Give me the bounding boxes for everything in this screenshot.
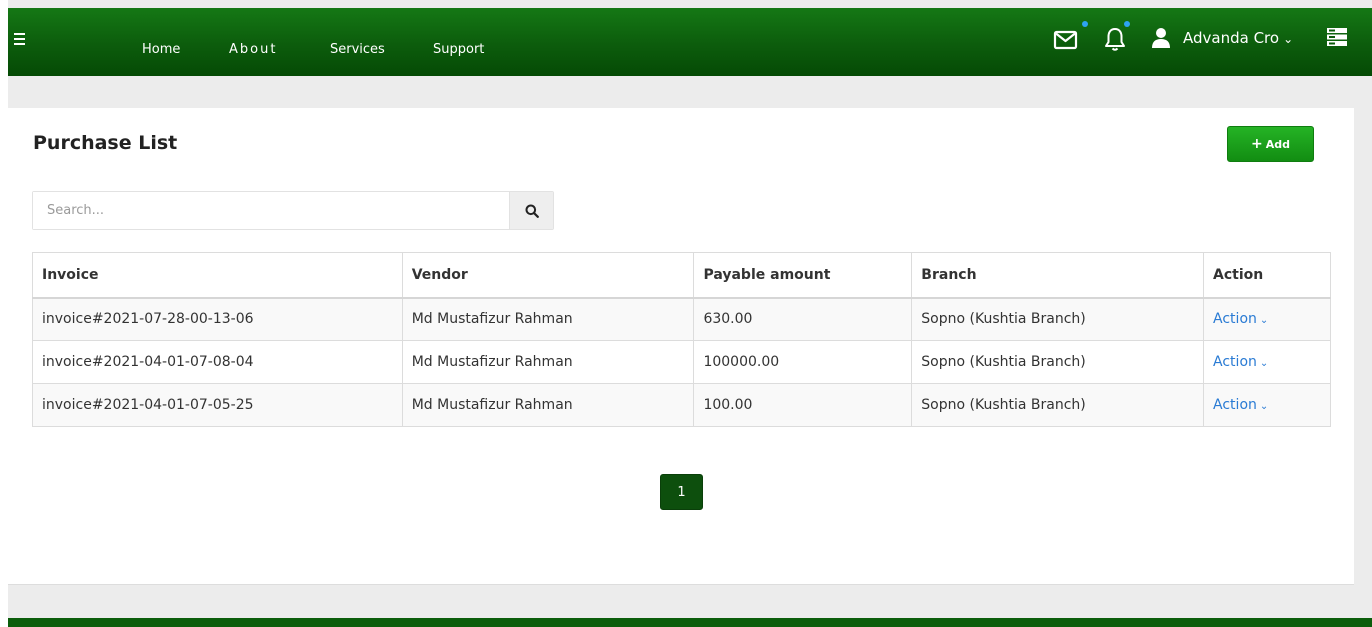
action-label: Action <box>1213 354 1257 370</box>
search-bar <box>32 191 554 230</box>
page-title: Purchase List <box>33 132 178 154</box>
action-dropdown[interactable]: Action ⌄ <box>1213 354 1268 370</box>
footer-bar <box>8 618 1372 627</box>
column-header-invoice: Invoice <box>32 252 403 299</box>
purchase-list-card: Purchase List + Add Invoice Vendor Payab… <box>8 108 1354 585</box>
top-navbar: Home About Services Support Advanda Cro ⌄ <box>8 8 1372 76</box>
left-edge <box>0 0 8 627</box>
branch-cell: Sopno (Kushtia Branch) <box>911 340 1205 384</box>
action-label: Action <box>1213 397 1257 413</box>
table-row: invoice#2021-04-01-07-05-25 Md Mustafizu… <box>32 383 1331 427</box>
table-row: invoice#2021-04-01-07-08-04 Md Mustafizu… <box>32 340 1331 384</box>
column-header-payable-amount: Payable amount <box>693 252 913 299</box>
action-cell: Action ⌄ <box>1203 297 1331 341</box>
search-icon <box>525 204 539 218</box>
add-button[interactable]: + Add <box>1227 126 1314 162</box>
amount-cell: 630.00 <box>693 297 913 341</box>
mail-notification-dot <box>1082 21 1088 27</box>
pagination-page-1[interactable]: 1 <box>660 474 703 510</box>
plus-icon: + <box>1251 136 1263 152</box>
amount-cell: 100.00 <box>693 383 913 427</box>
chevron-down-icon: ⌄ <box>1259 315 1269 327</box>
chevron-down-icon: ⌄ <box>1283 32 1294 46</box>
bell-notification-dot <box>1124 21 1130 27</box>
invoice-cell: invoice#2021-07-28-00-13-06 <box>32 297 403 341</box>
action-cell: Action ⌄ <box>1203 340 1331 384</box>
vendor-cell: Md Mustafizur Rahman <box>401 383 695 427</box>
table-row: invoice#2021-07-28-00-13-06 Md Mustafizu… <box>32 297 1331 341</box>
bell-icon[interactable] <box>1101 25 1129 53</box>
action-dropdown[interactable]: Action ⌄ <box>1213 397 1268 413</box>
branch-cell: Sopno (Kushtia Branch) <box>911 297 1205 341</box>
search-input[interactable] <box>33 192 509 229</box>
nav-link-support[interactable]: Support <box>433 42 484 58</box>
vendor-cell: Md Mustafizur Rahman <box>401 297 695 341</box>
purchase-table: Invoice Vendor Payable amount Branch Act… <box>32 252 1331 427</box>
column-header-branch: Branch <box>911 252 1205 299</box>
user-name: Advanda Cro <box>1183 29 1280 47</box>
action-dropdown[interactable]: Action ⌄ <box>1213 311 1268 327</box>
search-button[interactable] <box>509 192 553 229</box>
nav-link-home[interactable]: Home <box>142 42 180 58</box>
hamburger-icon[interactable] <box>14 33 26 47</box>
nav-link-about[interactable]: About <box>229 42 277 58</box>
invoice-cell: invoice#2021-04-01-07-08-04 <box>32 340 403 384</box>
mail-icon[interactable] <box>1053 29 1079 51</box>
column-header-vendor: Vendor <box>401 252 695 299</box>
user-menu[interactable]: Advanda Cro ⌄ <box>1183 28 1293 49</box>
nav-link-services[interactable]: Services <box>330 42 385 58</box>
chevron-down-icon: ⌄ <box>1259 401 1269 412</box>
table-header-row: Invoice Vendor Payable amount Branch Act… <box>32 252 1331 299</box>
user-icon[interactable] <box>1151 27 1171 49</box>
chevron-down-icon: ⌄ <box>1259 358 1269 369</box>
invoice-cell: invoice#2021-04-01-07-05-25 <box>32 383 403 427</box>
amount-cell: 100000.00 <box>693 340 913 384</box>
branch-cell: Sopno (Kushtia Branch) <box>911 383 1205 427</box>
column-header-action: Action <box>1203 252 1331 299</box>
server-icon[interactable] <box>1326 27 1348 47</box>
action-label: Action <box>1213 311 1257 328</box>
action-cell: Action ⌄ <box>1203 383 1331 427</box>
add-button-label: Add <box>1265 137 1290 151</box>
vendor-cell: Md Mustafizur Rahman <box>401 340 695 384</box>
